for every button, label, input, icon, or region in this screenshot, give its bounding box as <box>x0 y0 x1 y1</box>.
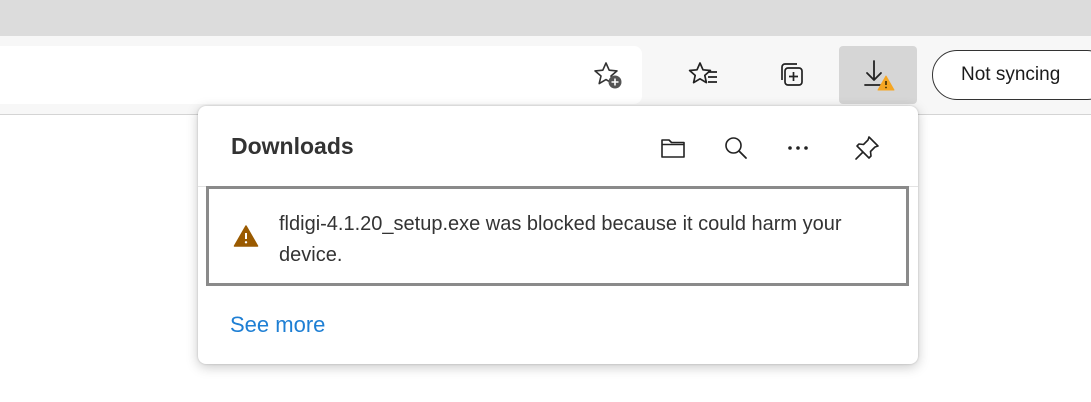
add-favorite-button[interactable] <box>582 46 634 104</box>
open-downloads-folder-button[interactable] <box>653 128 693 168</box>
address-bar[interactable] <box>0 46 642 104</box>
collections-icon <box>781 63 803 86</box>
downloads-panel-title: Downloads <box>231 133 354 159</box>
browser-toolbar: Not syncing <box>0 36 1091 115</box>
downloads-panel-header: Downloads <box>198 106 918 187</box>
warning-triangle-icon <box>233 225 259 247</box>
search-icon <box>725 137 747 159</box>
collections-button[interactable] <box>766 46 818 104</box>
browser-tab-strip <box>0 0 1091 36</box>
favorites-list-icon <box>688 62 717 84</box>
more-options-button[interactable] <box>778 128 818 168</box>
sync-status-button[interactable]: Not syncing <box>932 50 1091 100</box>
downloads-button[interactable] <box>839 46 917 104</box>
blocked-download-message: fldigi-4.1.20_setup.exe was blocked beca… <box>279 213 842 266</box>
download-arrow-icon <box>864 60 895 91</box>
more-options-icon <box>788 146 808 150</box>
search-downloads-button[interactable] <box>716 128 756 168</box>
downloads-panel: Downloads fldigi-4.1.20_setup.exe was bl… <box>198 106 918 364</box>
download-warning-icon <box>877 75 895 91</box>
pin-icon <box>855 136 879 160</box>
star-plus-icon <box>594 62 622 89</box>
folder-icon <box>661 139 685 158</box>
sync-status-label: Not syncing <box>961 64 1061 85</box>
see-more-link[interactable]: See more <box>230 312 325 338</box>
blocked-download-item[interactable]: fldigi-4.1.20_setup.exe was blocked beca… <box>206 186 909 286</box>
favorites-button[interactable] <box>678 46 730 104</box>
pin-downloads-button[interactable] <box>847 128 887 168</box>
